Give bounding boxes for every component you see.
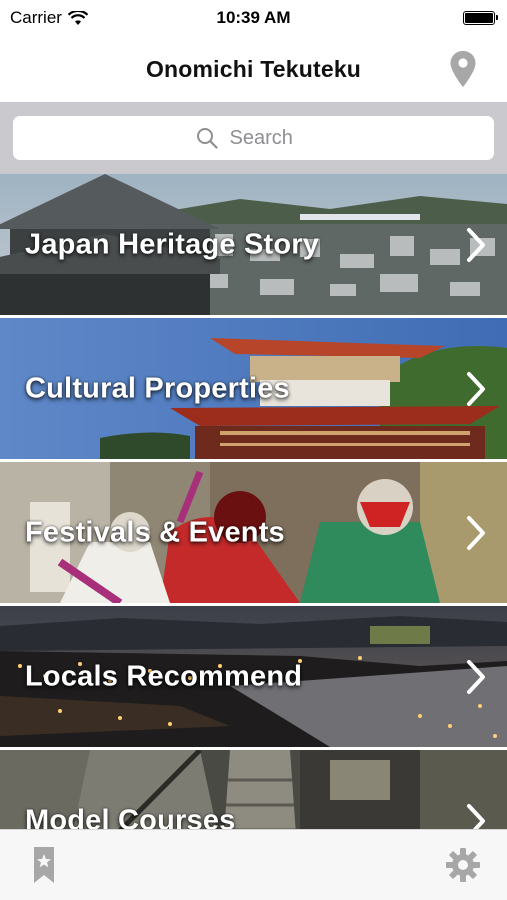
list-item-label: Festivals & Events [25,516,285,548]
list-item-label: Japan Heritage Story [25,228,320,260]
list-item-locals-recommend[interactable]: Locals Recommend [0,606,507,750]
location-pin-icon [450,51,476,87]
list-item-label: Cultural Properties [25,372,290,404]
gear-icon [446,848,480,882]
status-time: 10:39 AM [216,8,291,27]
tab-bar [0,829,507,900]
chevron-right-icon [467,371,485,406]
settings-tab[interactable] [433,835,493,895]
bookmark-icon [34,847,54,883]
search-field[interactable] [13,116,494,160]
list-item-label: Locals Recommend [25,660,303,692]
battery-icon [463,11,498,25]
list-item-festivals-events[interactable]: Festivals & Events [0,462,507,606]
chevron-right-icon [467,515,485,550]
search-bar [0,102,507,174]
chevron-right-icon [467,659,485,694]
bookmarks-tab[interactable] [14,835,74,895]
status-bar: Carrier 10:39 AM [0,0,507,36]
search-icon [196,128,218,149]
page-title: Onomichi Tekuteku [145,55,362,82]
map-button[interactable] [449,50,477,88]
list-item-japan-heritage-story[interactable]: Japan Heritage Story [0,174,507,318]
search-input[interactable] [227,125,312,151]
category-list: Japan Heritage Story Cultural Properties… [0,174,507,894]
navigation-bar: Onomichi Tekuteku [0,36,507,102]
app-screen: Carrier 10:39 AM Onomichi Tekuteku Searc… [0,0,507,900]
chevron-right-icon [467,227,485,262]
list-item-cultural-properties[interactable]: Cultural Properties [0,318,507,462]
